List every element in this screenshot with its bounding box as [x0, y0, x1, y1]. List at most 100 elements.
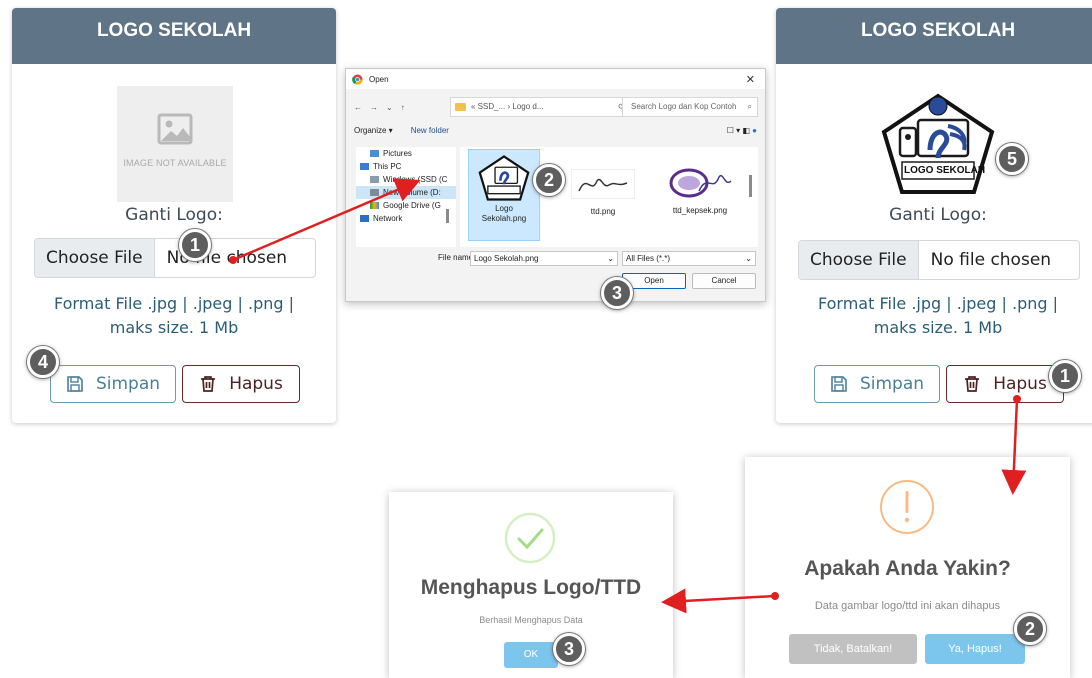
choose-file-button[interactable]: Choose File [799, 241, 919, 279]
cancel-delete-button[interactable]: Tidak, Batalkan! [789, 634, 917, 664]
delete-label: Hapus [229, 374, 283, 394]
format-info: Format File .jpg | .jpeg | .png | maks s… [12, 292, 336, 340]
tree-item-network[interactable]: Network [356, 212, 456, 225]
school-logo: LOGO SEKOLAH [880, 92, 996, 196]
file-name-input[interactable]: Logo Sekolah.png ⌄ [470, 251, 618, 266]
tree-item-label: Google Drive (G [383, 201, 441, 210]
path-text: « SSD_... › Logo d... [471, 102, 544, 111]
chevron-down-icon[interactable]: ⌄ [745, 252, 752, 265]
max-size-line: maks size. 1 Mb [873, 318, 1003, 337]
google-drive-icon [370, 202, 379, 209]
step-badge-3: 3 [601, 277, 633, 309]
file-input[interactable]: Choose File No file chosen [34, 238, 316, 278]
search-icon: ⌕ [747, 102, 752, 111]
image-placeholder: IMAGE NOT AVAILABLE [117, 86, 233, 202]
pictures-icon [370, 150, 379, 157]
file-item-label: ttd_kepsek.png [672, 206, 728, 215]
network-icon [360, 215, 369, 222]
file-item-label: ttd.png [590, 207, 616, 216]
step-badge-1: 1 [179, 229, 211, 261]
file-list-scrollbar[interactable] [749, 175, 752, 197]
save-button[interactable]: Simpan [50, 365, 176, 403]
file-item-ttd[interactable]: ttd.png [568, 168, 638, 216]
chevron-down-icon[interactable]: ⌄ [386, 103, 393, 112]
tree-item-this-pc[interactable]: This PC [356, 160, 456, 173]
save-button[interactable]: Simpan [814, 365, 940, 403]
stamp-thumbnail-icon [667, 167, 733, 199]
ok-button[interactable]: OK [504, 642, 558, 668]
trash-icon [965, 376, 980, 392]
tree-item-label: Network [373, 214, 403, 223]
delete-label: Hapus [993, 374, 1047, 394]
save-label: Simpan [95, 374, 161, 394]
tree-item-new-volume[interactable]: New Volume (D: [356, 186, 456, 199]
file-item-ttd-kepsek[interactable]: ttd_kepsek.png [660, 167, 740, 215]
logo-thumbnail-icon [478, 155, 530, 201]
left-logo-card: LOGO SEKOLAH IMAGE NOT AVAILABLE Ganti L… [12, 8, 336, 423]
step-badge-5: 5 [996, 143, 1028, 175]
folder-icon [455, 103, 466, 111]
navigation-tree: Pictures This PC Windows (SSD (C New Vol… [356, 147, 456, 247]
view-options-icon[interactable]: ☐ ▾ ◧ ● [727, 126, 757, 142]
chevron-down-icon[interactable]: ⌄ [607, 252, 614, 265]
format-line: Format File .jpg | .jpeg | .png | [818, 294, 1058, 313]
tutorial-canvas: LOGO SEKOLAH IMAGE NOT AVAILABLE Ganti L… [0, 0, 1092, 678]
tree-item-pictures[interactable]: Pictures [356, 147, 456, 160]
dialog-footer: File name: Logo Sekolah.png ⌄ All Files … [356, 250, 756, 300]
card-header: LOGO SEKOLAH [12, 8, 336, 64]
max-size-line: maks size. 1 Mb [109, 318, 239, 337]
tree-item-label: Pictures [383, 149, 412, 158]
format-line: Format File .jpg | .jpeg | .png | [54, 294, 294, 313]
dialog-title: Open [369, 74, 389, 84]
tree-item-google-drive[interactable]: Google Drive (G [356, 199, 456, 212]
step-badge-4: 4 [27, 346, 59, 378]
confirm-modal-title: Apakah Anda Yakin? [804, 557, 1011, 580]
cancel-button[interactable]: Cancel [692, 273, 756, 289]
search-placeholder: Search Logo dan Kop Contoh [631, 102, 737, 111]
step-badge-2-confirm: 2 [1014, 613, 1046, 645]
search-field[interactable]: Search Logo dan Kop Contoh ⌕ [622, 97, 758, 117]
confirm-delete-button[interactable]: Ya, Hapus! [925, 634, 1025, 664]
drive-icon [370, 189, 379, 196]
tree-item-windows-drive[interactable]: Windows (SSD (C [356, 173, 456, 186]
success-modal: Menghapus Logo/TTD Berhasil Menghapus Da… [389, 492, 673, 678]
delete-button[interactable]: Hapus [946, 365, 1064, 403]
drive-icon [370, 176, 379, 183]
file-item-logo[interactable]: Logo Sekolah.png [468, 149, 540, 241]
format-info: Format File .jpg | .jpeg | .png | maks s… [776, 292, 1092, 340]
step-badge-1-delete: 1 [1049, 360, 1081, 392]
delete-button[interactable]: Hapus [182, 365, 300, 403]
close-icon[interactable]: ✕ [746, 73, 755, 86]
back-icon[interactable]: ← [354, 103, 362, 112]
path-field[interactable]: « SSD_... › Logo d... ⟳ [450, 97, 632, 117]
up-icon[interactable]: ↑ [401, 103, 405, 112]
computer-icon [360, 163, 369, 170]
browser-icon [352, 73, 363, 85]
image-not-available-text: IMAGE NOT AVAILABLE [123, 158, 227, 168]
school-logo-text: LOGO SEKOLAH [904, 165, 986, 176]
file-type-select[interactable]: All Files (*.*) ⌄ [622, 251, 756, 266]
tree-item-label: This PC [373, 162, 402, 171]
new-folder-button[interactable]: New folder [411, 126, 449, 142]
organize-menu[interactable]: Organize ▾ [354, 126, 393, 142]
signature-thumbnail-icon [570, 168, 636, 200]
file-status-text: No file chosen [166, 248, 288, 268]
dialog-toolbar: Organize ▾ New folder ☐ ▾ ◧ ● [354, 126, 757, 142]
file-input[interactable]: Choose File No file chosen [798, 240, 1080, 280]
tree-item-label: New Volume (D: [383, 188, 441, 197]
file-item-label: Logo Sekolah.png [481, 204, 527, 223]
file-status-text: No file chosen [930, 250, 1052, 270]
tree-scrollbar[interactable] [446, 209, 449, 223]
save-icon [67, 376, 83, 392]
tree-item-label: Windows (SSD (C [383, 175, 448, 184]
file-list: Logo Sekolah.png ttd.png ttd_kepsek.png [460, 147, 758, 247]
change-logo-label: Ganti Logo: [125, 205, 223, 225]
dialog-titlebar: Open [346, 69, 765, 89]
choose-file-button[interactable]: Choose File [35, 239, 155, 277]
image-placeholder-icon [157, 113, 193, 145]
card-header: LOGO SEKOLAH [776, 8, 1092, 64]
school-logo-icon [881, 93, 995, 194]
success-modal-title: Menghapus Logo/TTD [420, 576, 642, 599]
forward-icon[interactable]: → [370, 103, 378, 112]
warning-icon [880, 480, 934, 534]
